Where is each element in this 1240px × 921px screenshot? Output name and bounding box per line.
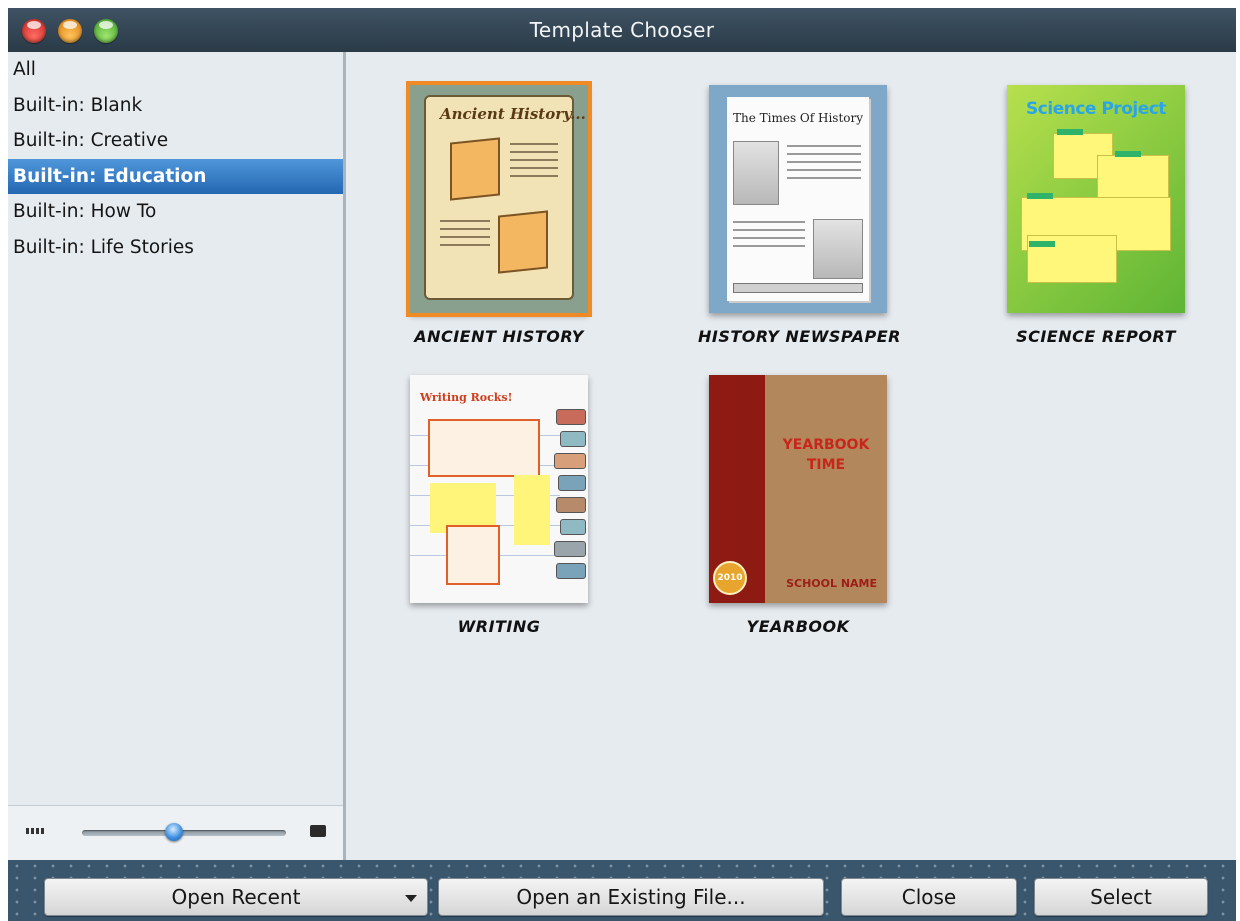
slider-thumb[interactable] xyxy=(164,823,183,841)
open-existing-file-button[interactable]: Open an Existing File... xyxy=(438,878,824,916)
text-frame xyxy=(428,419,540,477)
thumbnail-heading: YEARBOOK TIME xyxy=(782,437,870,473)
book-icon xyxy=(560,431,586,447)
text-line xyxy=(787,169,861,171)
open-recent-label: Open Recent xyxy=(171,885,301,909)
highlight-box xyxy=(514,475,550,545)
photo-frame xyxy=(733,141,779,205)
category-item-how-to[interactable]: Built-in: How To xyxy=(8,194,343,230)
note-box xyxy=(1097,155,1169,203)
window-title: Template Chooser xyxy=(529,18,715,42)
text-line xyxy=(733,229,805,231)
book-icon xyxy=(554,453,586,469)
template-thumbnail[interactable]: YEARBOOK TIME SCHOOL NAME 2010 xyxy=(709,375,887,603)
template-grid: Ancient History... ANCIENT HISTORY The T… xyxy=(349,52,1236,860)
template-thumbnail[interactable]: The Times Of History xyxy=(709,85,887,313)
text-frame xyxy=(446,525,500,585)
text-line xyxy=(440,236,490,238)
text-line xyxy=(510,159,558,161)
large-thumbnails-icon[interactable] xyxy=(310,825,326,837)
template-label: ANCIENT HISTORY xyxy=(414,327,584,346)
text-line xyxy=(787,161,861,163)
newspaper-page: The Times Of History xyxy=(727,97,869,301)
chevron-down-icon xyxy=(405,895,417,902)
label-tag xyxy=(1057,129,1083,135)
category-item-life-stories[interactable]: Built-in: Life Stories xyxy=(8,230,343,266)
category-item-blank[interactable]: Built-in: Blank xyxy=(8,88,343,124)
text-line xyxy=(440,244,490,246)
year-badge: 2010 xyxy=(713,561,747,595)
category-list: All Built-in: Blank Built-in: Creative B… xyxy=(8,52,343,265)
small-thumbnails-icon[interactable] xyxy=(26,828,46,834)
template-thumbnail[interactable]: Science Project xyxy=(1007,85,1185,313)
category-item-creative[interactable]: Built-in: Creative xyxy=(8,123,343,159)
thumbnail-heading: Science Project xyxy=(1026,99,1166,119)
text-line xyxy=(733,237,805,239)
category-item-all[interactable]: All xyxy=(8,52,343,88)
label-tag xyxy=(1029,241,1055,247)
text-line xyxy=(510,175,558,177)
text-line xyxy=(733,221,805,223)
book-icon xyxy=(560,519,586,535)
text-line xyxy=(787,153,861,155)
template-writing[interactable]: Writing Rocks! WRITING xyxy=(399,375,599,636)
bottom-toolbar: Open Recent Open an Existing File... Clo… xyxy=(8,860,1236,921)
thumbnail-subtext: SCHOOL NAME xyxy=(786,577,877,590)
book-icon xyxy=(556,497,586,513)
footer-bar xyxy=(733,283,863,293)
text-line xyxy=(510,167,558,169)
template-thumbnail[interactable]: Ancient History... xyxy=(406,81,592,317)
text-line xyxy=(440,228,490,230)
template-thumbnail[interactable]: Writing Rocks! xyxy=(410,375,588,603)
photo-frame xyxy=(813,219,863,279)
template-science-report[interactable]: Science Project SCIENCE REPORT xyxy=(996,85,1196,346)
template-label: YEARBOOK xyxy=(746,617,850,636)
thumbnail-heading: Ancient History... xyxy=(440,105,586,123)
text-line xyxy=(787,177,861,179)
book-icon xyxy=(554,541,586,557)
template-label: HISTORY NEWSPAPER xyxy=(698,327,901,346)
thumbnail-size-control xyxy=(8,805,343,860)
label-tag xyxy=(1115,151,1141,157)
category-item-education[interactable]: Built-in: Education xyxy=(8,158,343,194)
select-button[interactable]: Select xyxy=(1034,878,1208,916)
text-line xyxy=(733,245,805,247)
template-label: WRITING xyxy=(457,617,541,636)
text-line xyxy=(510,151,558,153)
title-bar[interactable]: Template Chooser xyxy=(8,8,1236,52)
book-icon xyxy=(556,563,586,579)
photo-frame xyxy=(450,137,500,201)
category-sidebar: All Built-in: Blank Built-in: Creative B… xyxy=(8,52,346,860)
template-label: SCIENCE REPORT xyxy=(1016,327,1176,346)
book-icon xyxy=(558,475,586,491)
text-line xyxy=(440,220,490,222)
thumbnail-heading: The Times Of History xyxy=(732,111,864,125)
template-history-newspaper[interactable]: The Times Of History HISTORY NEWSPAPER xyxy=(698,85,901,346)
text-line xyxy=(510,143,558,145)
template-ancient-history[interactable]: Ancient History... ANCIENT HISTORY xyxy=(399,81,599,346)
thumbnail-size-slider[interactable] xyxy=(82,830,286,836)
book-icon xyxy=(556,409,586,425)
photo-frame xyxy=(498,210,548,274)
label-tag xyxy=(1027,193,1053,199)
close-button[interactable]: Close xyxy=(841,878,1017,916)
template-yearbook[interactable]: YEARBOOK TIME SCHOOL NAME 2010 YEARBOOK xyxy=(698,375,898,636)
open-recent-button[interactable]: Open Recent xyxy=(44,878,428,916)
template-chooser-window: Template Chooser All Built-in: Blank Bui… xyxy=(8,8,1236,921)
thumbnail-heading: Writing Rocks! xyxy=(420,391,513,404)
text-line xyxy=(787,145,861,147)
